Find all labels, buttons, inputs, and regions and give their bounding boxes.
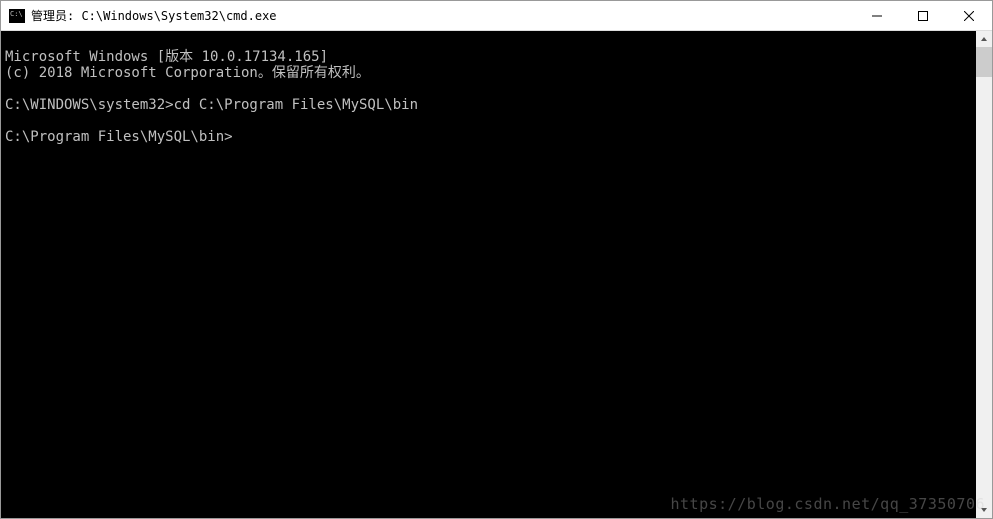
scrollbar-track[interactable] (976, 47, 992, 502)
terminal-line: (c) 2018 Microsoft Corporation。保留所有权利。 (5, 65, 370, 81)
minimize-button[interactable] (854, 1, 900, 31)
scroll-up-button[interactable] (976, 31, 992, 47)
terminal-content[interactable]: Microsoft Windows [版本 10.0.17134.165] (c… (1, 31, 976, 518)
titlebar[interactable]: 管理员: C:\Windows\System32\cmd.exe (1, 1, 992, 31)
window-controls (854, 1, 992, 31)
maximize-button[interactable] (900, 1, 946, 31)
close-button[interactable] (946, 1, 992, 31)
terminal-line: Microsoft Windows [版本 10.0.17134.165] (5, 49, 328, 65)
vertical-scrollbar[interactable] (976, 31, 992, 518)
terminal-area: Microsoft Windows [版本 10.0.17134.165] (c… (1, 31, 992, 518)
window-title: 管理员: C:\Windows\System32\cmd.exe (31, 7, 854, 24)
terminal-line: C:\Program Files\MySQL\bin> (5, 129, 233, 145)
cmd-icon (9, 9, 25, 23)
cmd-window: 管理员: C:\Windows\System32\cmd.exe Microso… (0, 0, 993, 519)
scrollbar-thumb[interactable] (976, 47, 992, 77)
terminal-line: C:\WINDOWS\system32>cd C:\Program Files\… (5, 97, 418, 113)
scroll-down-button[interactable] (976, 502, 992, 518)
